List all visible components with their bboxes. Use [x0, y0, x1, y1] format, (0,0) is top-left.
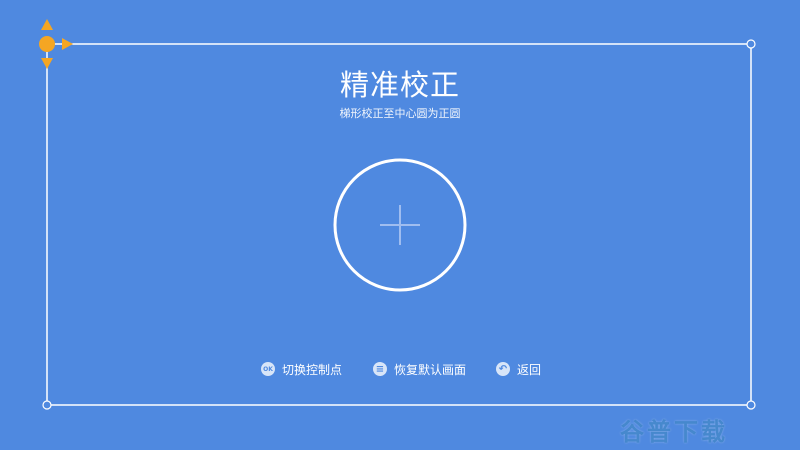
restore-default-label: 恢复默认画面: [394, 362, 467, 377]
back-label: 返回: [517, 362, 542, 377]
arrow-up-icon: [41, 19, 53, 30]
corner-handle-bottom-left[interactable]: [42, 400, 52, 410]
switch-control-point-button[interactable]: OK 切换控制点: [261, 361, 342, 377]
keystone-correction-screen: 精准校正 梯形校正至中心圆为正圆 OK 切换控制点 ≡ 恢复默认画面 ↶ 返回 …: [0, 0, 800, 450]
back-button[interactable]: ↶ 返回: [496, 361, 541, 377]
corner-handle-bottom-right[interactable]: [746, 400, 756, 410]
back-key-icon: ↶: [496, 362, 510, 376]
ok-key-icon: OK: [261, 362, 275, 376]
control-hints-bar: OK 切换控制点 ≡ 恢复默认画面 ↶ 返回: [0, 361, 800, 377]
crosshair-icon: [380, 205, 420, 245]
menu-key-icon: ≡: [373, 362, 387, 376]
restore-default-button[interactable]: ≡ 恢复默认画面: [373, 361, 466, 377]
corner-handle-top-right[interactable]: [746, 39, 756, 49]
switch-control-point-label: 切换控制点: [282, 362, 343, 377]
page-title: 精准校正: [339, 68, 460, 102]
page-subtitle: 梯形校正至中心圆为正圆: [339, 107, 461, 120]
active-corner-handle[interactable]: [39, 36, 55, 52]
watermark-logo: 谷普下载: [620, 418, 728, 446]
arrow-right-icon: [62, 38, 73, 50]
